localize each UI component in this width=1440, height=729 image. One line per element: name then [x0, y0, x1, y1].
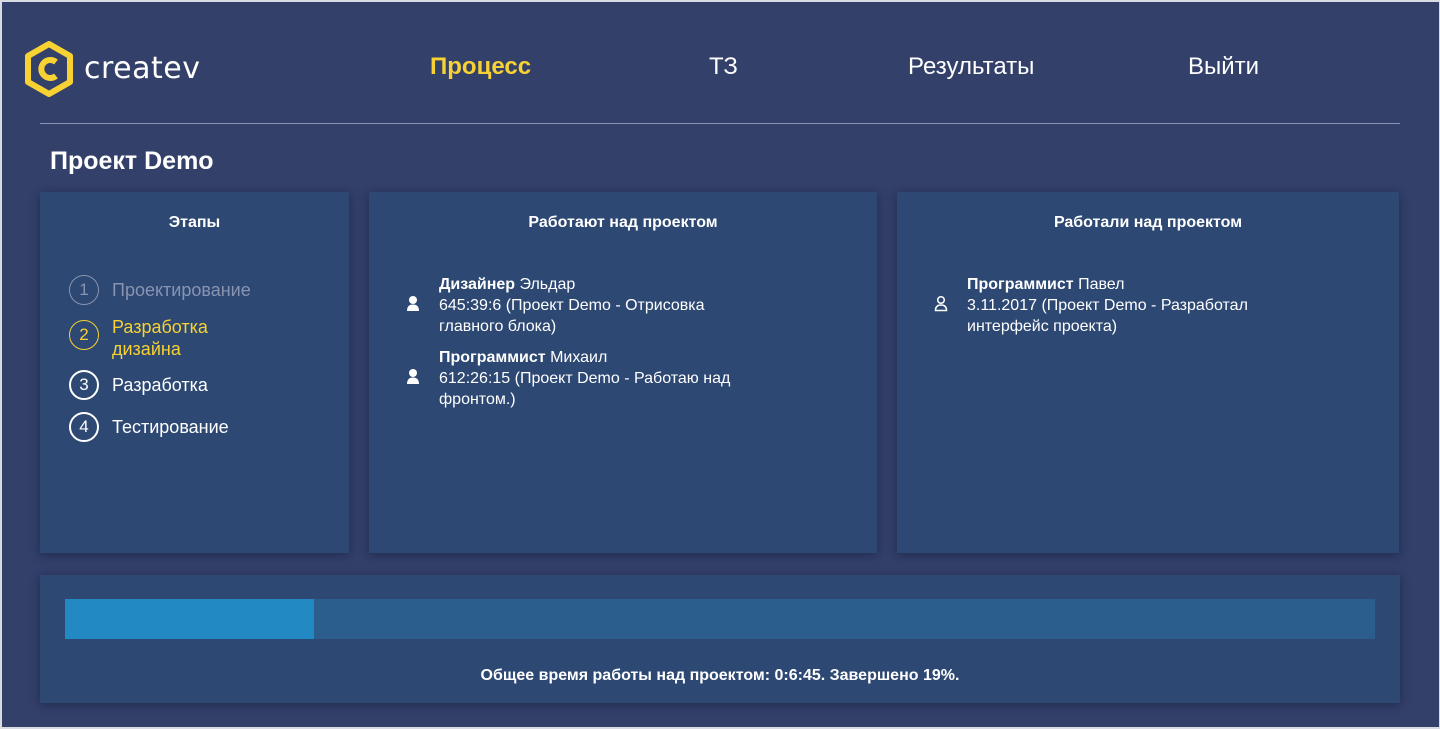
progress-fill [65, 599, 314, 639]
page-title: Проект Demo [50, 147, 214, 175]
nav-tz[interactable]: ТЗ [709, 52, 738, 82]
worker-name: Павел [1073, 276, 1125, 293]
worker-details: 645:39:6 (Проект Demo - Отрисовка главно… [439, 297, 705, 335]
worker-item: Дизайнер Эльдар 645:39:6 (Проект Demo - … [439, 274, 759, 337]
worker-details: 612:26:15 (Проект Demo - Работаю над фро… [439, 370, 731, 408]
progress-bar [65, 599, 1375, 639]
user-solid-icon [407, 296, 419, 311]
stage-number: 4 [69, 412, 99, 442]
worked-card: Работали над проектом Программист Павел … [897, 192, 1399, 553]
worker-role: Программист [439, 349, 546, 366]
worker-item: Программист Михаил 612:26:15 (Проект Dem… [439, 347, 759, 410]
worker-details: 3.11.2017 (Проект Demo - Разработал инте… [967, 297, 1248, 335]
worker-name: Эльдар [515, 276, 576, 293]
nav-results[interactable]: Результаты [908, 52, 1034, 82]
stage-item[interactable]: 4 Тестирование [69, 412, 229, 442]
working-card: Работают над проектом Дизайнер Эльдар 64… [369, 192, 877, 553]
stage-item[interactable]: 2 Разработка дизайна [69, 317, 242, 360]
stage-item[interactable]: 1 Проектирование [69, 275, 251, 305]
logo[interactable]: createv [24, 41, 200, 97]
worker-item: Программист Павел 3.11.2017 (Проект Demo… [967, 274, 1287, 337]
user-outline-icon [934, 295, 948, 312]
user-solid-icon [407, 369, 419, 384]
stage-label: Разработка дизайна [112, 317, 208, 359]
progress-card: Общее время работы над проектом: 0:6:45.… [40, 575, 1400, 703]
stage-label: Разработка [112, 375, 208, 395]
progress-caption: Общее время работы над проектом: 0:6:45.… [480, 667, 960, 684]
stage-number: 2 [69, 320, 99, 350]
stages-card: Этапы 1 Проектирование 2 Разработка диза… [40, 192, 349, 553]
working-card-title: Работают над проектом [528, 214, 718, 231]
worked-card-title: Работали над проектом [1053, 214, 1243, 231]
stage-label: Проектирование [112, 280, 251, 300]
stages-card-title: Этапы [168, 214, 221, 231]
nav-process[interactable]: Процесс [430, 52, 531, 82]
logo-text: createv [84, 51, 201, 86]
worker-role: Дизайнер [439, 276, 516, 293]
logo-hexagon-icon [25, 41, 73, 97]
stage-number: 1 [69, 275, 99, 305]
stage-label: Тестирование [112, 417, 229, 437]
worker-name: Михаил [545, 349, 608, 366]
worker-role: Программист [967, 276, 1074, 293]
header-divider [40, 123, 1400, 124]
nav-logout[interactable]: Выйти [1188, 52, 1259, 82]
stage-item[interactable]: 3 Разработка [69, 370, 208, 400]
stage-number: 3 [69, 370, 99, 400]
